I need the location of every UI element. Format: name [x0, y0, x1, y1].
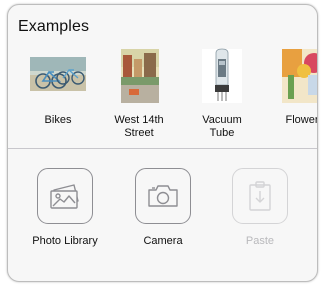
- screen: Examples Bikes West 14th Street Vacuum T…: [0, 0, 325, 286]
- example-bikes-label: Bikes: [44, 114, 72, 126]
- photo-library-icon: [50, 184, 79, 209]
- example-west-14th-street[interactable]: West 14th Street: [103, 45, 175, 140]
- paste-label: Paste: [245, 235, 275, 247]
- camera-tile: [135, 168, 191, 224]
- flower-thumbnail: [282, 49, 317, 103]
- camera-icon: [148, 185, 178, 207]
- examples-title: Examples: [18, 18, 90, 35]
- paste-icon: [249, 181, 271, 211]
- examples-row: Bikes West 14th Street Vacuum Tube Flowe…: [8, 45, 318, 147]
- camera-label: Camera: [143, 235, 183, 247]
- example-bikes[interactable]: Bikes: [22, 45, 94, 127]
- example-tube-label-line1: Vacuum: [202, 114, 242, 126]
- photo-library-button[interactable]: Photo Library: [20, 168, 110, 247]
- street-thumbnail: [121, 49, 159, 103]
- paste-button[interactable]: Paste: [215, 168, 305, 247]
- image-source-popover: Examples Bikes West 14th Street Vacuum T…: [7, 4, 318, 282]
- example-flower[interactable]: Flower: [266, 45, 318, 127]
- photo-library-tile: [37, 168, 93, 224]
- example-street-label-line2: Street: [124, 127, 154, 139]
- vacuum-tube-thumbnail: [202, 48, 242, 103]
- bikes-thumbnail: [30, 57, 86, 91]
- photo-library-label: Photo Library: [32, 235, 98, 247]
- example-tube-label-line2: Tube: [209, 127, 235, 139]
- actions-row: Photo Library Camera Paste: [8, 149, 317, 281]
- paste-tile: [232, 168, 288, 224]
- example-flower-label: Flower: [285, 114, 318, 126]
- example-vacuum-tube[interactable]: Vacuum Tube: [186, 45, 258, 140]
- camera-button[interactable]: Camera: [118, 168, 208, 247]
- example-street-label-line1: West 14th: [114, 114, 164, 126]
